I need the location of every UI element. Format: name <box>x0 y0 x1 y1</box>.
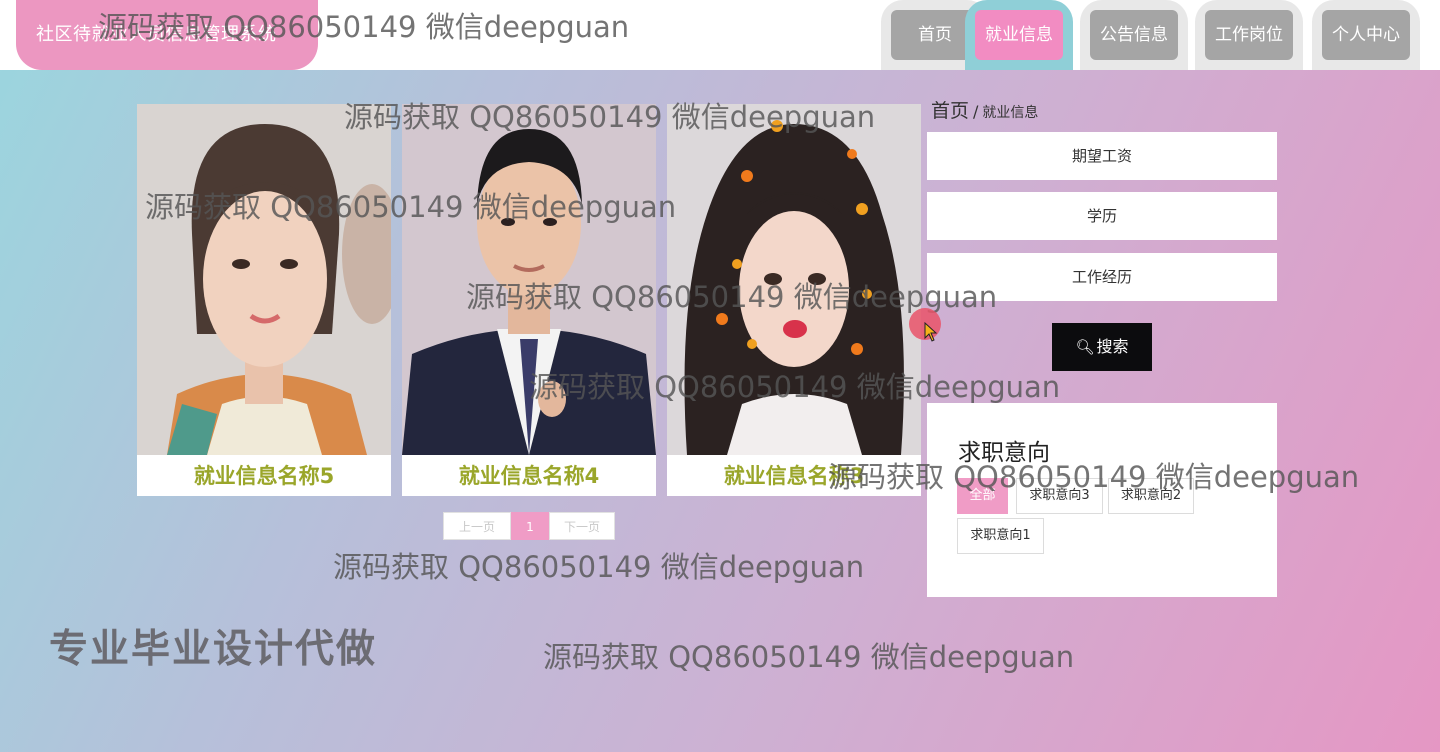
portrait-photo[interactable] <box>137 104 391 455</box>
portrait-photo[interactable] <box>667 104 921 455</box>
breadcrumb: 首页 / 就业信息 <box>931 96 1038 123</box>
nav-tab-label: 公告信息 <box>1090 10 1178 60</box>
nav-tab-label: 就业信息 <box>975 10 1063 60</box>
watermark-text: 源码获取 QQ86050149 微信deepguan <box>333 550 865 584</box>
current-page-button[interactable]: 1 <box>511 512 549 540</box>
card-title[interactable]: 就业信息名称5 <box>137 456 391 496</box>
pagination: 上一页 1 下一页 <box>443 512 615 540</box>
watermark-text: 源码获取 QQ86050149 微信deepguan <box>543 640 1075 674</box>
nav-tab-employment-info[interactable]: 就业信息 <box>965 0 1073 70</box>
nav-tab-personal-center[interactable]: 个人中心 <box>1312 0 1420 70</box>
nav-tab-label: 工作岗位 <box>1205 10 1293 60</box>
job-intent-title: 求职意向 <box>958 440 1050 466</box>
site-logo-title[interactable]: 社区待就业人员信息管理系统 <box>16 0 318 70</box>
portrait-photo[interactable] <box>402 104 656 455</box>
work-experience-field[interactable]: 工作经历 <box>927 253 1277 301</box>
job-intent-panel: 求职意向 全部 求职意向3 求职意向2 求职意向1 <box>927 403 1277 597</box>
nav-tab-label: 个人中心 <box>1322 10 1410 60</box>
card-title[interactable]: 就业信息名称3 <box>667 456 921 496</box>
search-button-label: 搜索 <box>1096 337 1129 356</box>
breadcrumb-separator: / <box>973 102 979 121</box>
intent-chip-2[interactable]: 求职意向2 <box>1108 478 1194 514</box>
nav-tab-announcements[interactable]: 公告信息 <box>1080 0 1188 70</box>
search-icon: 🔍︎ <box>1075 338 1095 356</box>
search-button[interactable]: 🔍︎ 搜索 <box>1052 323 1152 371</box>
breadcrumb-current: 就业信息 <box>982 105 1039 121</box>
mouse-pointer-icon <box>924 322 938 342</box>
intent-chip-all[interactable]: 全部 <box>957 478 1008 514</box>
breadcrumb-home[interactable]: 首页 <box>931 100 969 122</box>
intent-chip-1[interactable]: 求职意向1 <box>957 518 1044 554</box>
expected-salary-field[interactable]: 期望工资 <box>927 132 1277 180</box>
nav-tab-job-positions[interactable]: 工作岗位 <box>1195 0 1303 70</box>
next-page-button[interactable]: 下一页 <box>549 512 615 540</box>
education-field[interactable]: 学历 <box>927 192 1277 240</box>
promo-overlay-text: 专业毕业设计代做 <box>49 627 378 672</box>
card-title[interactable]: 就业信息名称4 <box>402 456 656 496</box>
employment-card[interactable]: 就业信息名称5 <box>137 104 391 496</box>
employment-card[interactable]: 就业信息名称3 <box>667 104 921 496</box>
employment-card[interactable]: 就业信息名称4 <box>402 104 656 496</box>
intent-chip-3[interactable]: 求职意向3 <box>1016 478 1103 514</box>
prev-page-button[interactable]: 上一页 <box>443 512 511 540</box>
